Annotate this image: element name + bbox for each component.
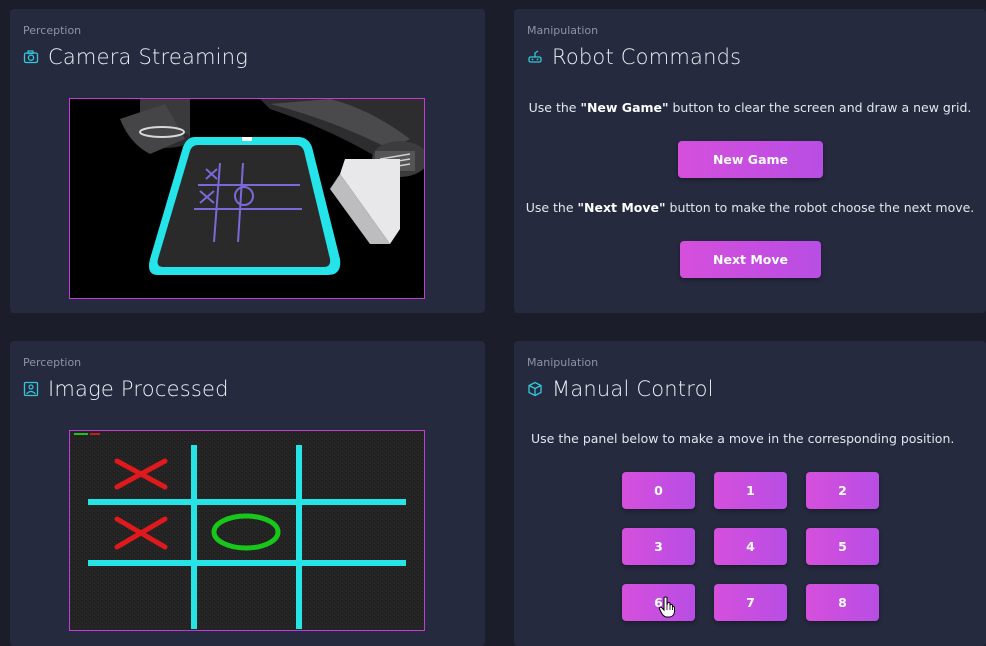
position-button-3[interactable]: 3 xyxy=(622,528,695,565)
new-game-button[interactable]: New Game xyxy=(678,141,823,178)
image-processed-card: Perception Image Processed xyxy=(10,341,485,646)
card-title: Camera Streaming xyxy=(23,45,248,69)
processed-image-view xyxy=(69,430,425,631)
position-button-8[interactable]: 8 xyxy=(806,584,879,621)
card-title-text: Camera Streaming xyxy=(48,45,249,69)
camera-icon xyxy=(23,49,39,65)
robot-icon xyxy=(527,49,543,65)
position-button-6[interactable]: 6 xyxy=(622,584,695,621)
cube-icon xyxy=(527,381,543,397)
card-title: Image Processed xyxy=(23,377,229,401)
position-button-0[interactable]: 0 xyxy=(622,472,695,509)
card-category: Perception xyxy=(23,24,82,37)
robot-commands-card: Manipulation Robot Commands Use the "New… xyxy=(514,9,986,313)
next-move-button[interactable]: Next Move xyxy=(680,241,821,278)
card-title-text: Manual Control xyxy=(552,377,714,401)
camera-streaming-card: Perception Camera Streaming xyxy=(10,9,485,313)
position-button-5[interactable]: 5 xyxy=(806,528,879,565)
card-category: Manipulation xyxy=(527,24,599,37)
position-button-2[interactable]: 2 xyxy=(806,472,879,509)
card-category: Manipulation xyxy=(527,356,599,369)
card-title: Manual Control xyxy=(527,377,714,401)
card-title-text: Image Processed xyxy=(48,377,229,401)
manual-control-card: Manipulation Manual Control Use the pane… xyxy=(514,341,986,646)
manual-control-description: Use the panel below to make a move in th… xyxy=(531,431,955,446)
position-button-1[interactable]: 1 xyxy=(714,472,787,509)
position-button-7[interactable]: 7 xyxy=(714,584,787,621)
card-title: Robot Commands xyxy=(527,45,741,69)
camera-stream-view xyxy=(69,98,425,299)
image-icon xyxy=(23,381,39,397)
next-move-description: Use the "Next Move" button to make the r… xyxy=(525,200,975,215)
next-move-highlight: "Next Move" xyxy=(577,200,666,215)
card-category: Perception xyxy=(23,356,82,369)
new-game-description: Use the "New Game" button to clear the s… xyxy=(528,100,972,115)
new-game-highlight: "New Game" xyxy=(580,100,669,115)
card-title-text: Robot Commands xyxy=(552,45,742,69)
position-button-4[interactable]: 4 xyxy=(714,528,787,565)
